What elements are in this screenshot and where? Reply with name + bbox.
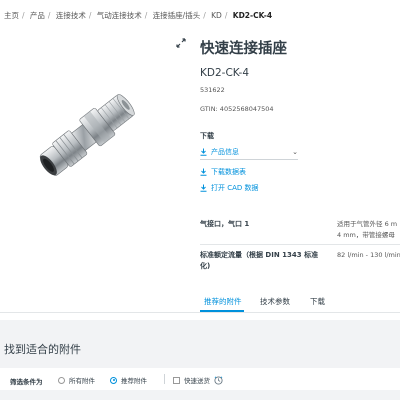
download-product-info[interactable]: 产品信息 ⌄	[200, 147, 298, 157]
gtin: GTIN: 4052568047504	[200, 105, 274, 113]
accessories-heading: 找到适合的附件	[4, 343, 81, 356]
spec-value-line: 82 l/min - 130 l/min	[337, 251, 400, 259]
clock-icon	[214, 375, 223, 385]
spec-value-line: 适用于气管外径 6 m	[337, 220, 398, 228]
breadcrumb-separator: /	[144, 11, 148, 20]
tab-downloads[interactable]: 下载	[310, 296, 325, 307]
spec-label-line: 化)	[200, 262, 211, 270]
download-icon	[200, 184, 207, 192]
radio-label: 推荐附件	[121, 377, 147, 385]
breadcrumb-connection-tech[interactable]: 连接技术	[56, 11, 86, 20]
breadcrumb-separator: /	[224, 11, 228, 20]
spec-label-line: 标准额定流量（根据 DIN 1343 标准	[200, 251, 319, 259]
spec-value-flow: 82 l/min - 130 l/min	[337, 250, 400, 261]
divider	[164, 374, 165, 384]
divider	[0, 312, 400, 313]
spec-value-line: 4 mm，带管接螺母	[337, 231, 395, 239]
breadcrumb-kd[interactable]: KD	[211, 11, 222, 20]
radio-circle	[110, 376, 117, 384]
breadcrumb-separator: /	[88, 11, 92, 20]
page-title: 快速连接插座	[200, 41, 287, 57]
radio-all-accessories[interactable]: 所有附件	[58, 375, 95, 385]
download-datasheet[interactable]: 下载数据表	[200, 167, 246, 177]
spec-label-flow: 标准额定流量（根据 DIN 1343 标准 化)	[200, 250, 318, 272]
product-image	[39, 94, 135, 176]
download-label: 下载数据表	[211, 168, 246, 176]
download-icon	[200, 148, 207, 156]
tab-technical-data[interactable]: 技术参数	[260, 296, 290, 307]
checkbox-box	[173, 376, 180, 384]
breadcrumb-separator: /	[203, 11, 206, 20]
spec-value-port: 适用于气管外径 6 m 4 mm，带管接螺母	[337, 219, 400, 241]
divider	[200, 159, 298, 160]
breadcrumb-separator: /	[22, 11, 25, 20]
download-icon	[200, 168, 207, 176]
breadcrumb-products[interactable]: 产品	[30, 11, 45, 20]
downloads-heading: 下载	[200, 132, 214, 140]
breadcrumb-pneumatic-connection[interactable]: 气动连接技术	[97, 11, 142, 20]
breadcrumb-current: KD2-CK-4	[232, 11, 273, 20]
expand-icon[interactable]	[176, 38, 186, 48]
filter-label: 筛选条件为	[10, 378, 43, 386]
breadcrumb-home[interactable]: 主页	[4, 11, 19, 20]
spec-label-port: 气接口，气口 1	[200, 220, 250, 228]
product-model: KD2-CK-4	[200, 67, 250, 79]
tab-recommended-accessories[interactable]: 推荐的附件	[204, 296, 242, 307]
part-number: 531622	[200, 86, 225, 94]
radio-label: 所有附件	[69, 377, 95, 385]
divider	[200, 244, 400, 245]
chevron-down-icon: ⌄	[292, 148, 298, 156]
download-cad[interactable]: 打开 CAD 数据	[200, 183, 259, 193]
radio-circle	[58, 376, 65, 384]
checkbox-label: 快速送货	[184, 377, 210, 385]
breadcrumb: 主页 / 产品 / 连接技术 / 气动连接技术 / 连接插座/插头 / KD / KD2-C…	[4, 10, 272, 21]
download-label: 打开 CAD 数据	[211, 184, 259, 192]
radio-recommended-accessories[interactable]: 推荐附件	[110, 375, 147, 385]
checkbox-fast-delivery[interactable]: 快速送货	[173, 375, 223, 385]
download-label: 产品信息	[211, 148, 239, 156]
breadcrumb-couplings[interactable]: 连接插座/插头	[153, 11, 201, 20]
breadcrumb-separator: /	[47, 11, 51, 20]
